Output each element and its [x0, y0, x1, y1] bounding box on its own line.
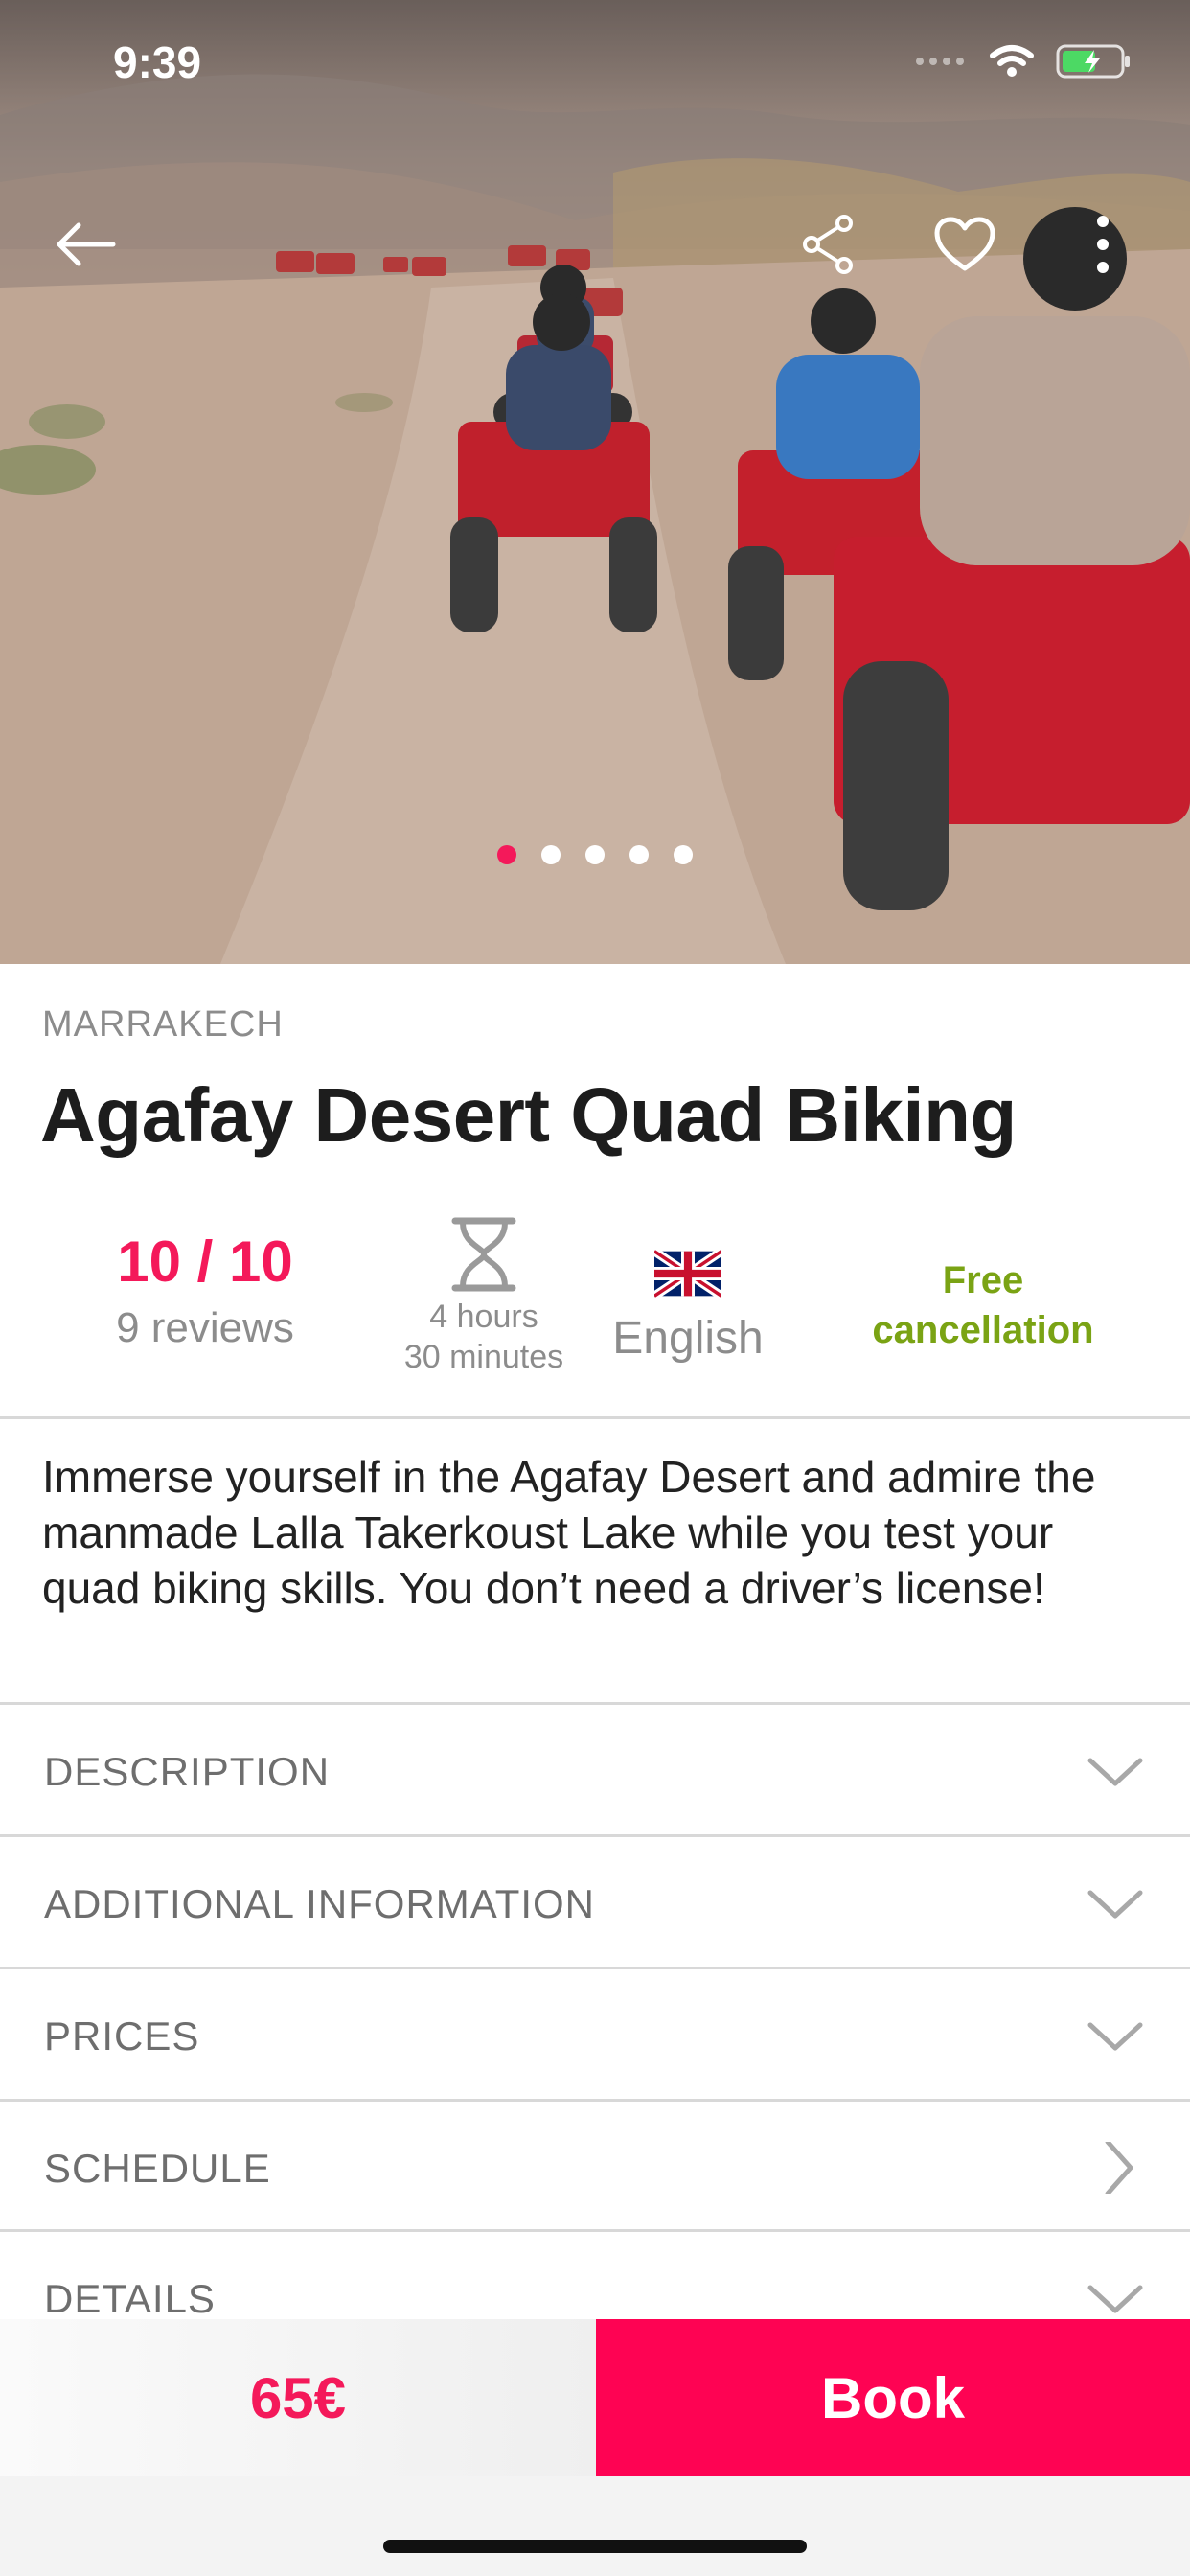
favorite-button[interactable] — [922, 201, 1008, 288]
free-cancellation-line1: Free — [942, 1259, 1024, 1301]
section-prices[interactable]: PRICES — [0, 1966, 1190, 2100]
duration-hours: 4 hours — [429, 1299, 538, 1335]
city-label: MARRAKECH — [42, 1004, 284, 1045]
activity-summary: Immerse yourself in the Agafay Desert an… — [42, 1452, 1096, 1613]
chevron-down-icon — [1087, 1890, 1143, 1919]
back-button[interactable] — [42, 201, 128, 288]
free-cancellation-line2: cancellation — [872, 1309, 1094, 1351]
arrow-left-icon — [57, 222, 116, 266]
duration-block: 4 hours 30 minutes — [374, 1217, 594, 1377]
pagination-dot[interactable] — [629, 845, 649, 864]
battery-charging-icon — [1056, 44, 1130, 79]
home-indicator[interactable] — [383, 2540, 807, 2553]
heart-icon — [934, 217, 995, 271]
section-label: PRICES — [44, 2013, 200, 2058]
section-label: DESCRIPTION — [44, 1749, 331, 1794]
section-schedule[interactable]: SCHEDULE — [0, 2099, 1190, 2232]
status-icons — [914, 42, 1133, 80]
language-label: English — [612, 1313, 764, 1364]
free-cancellation-block: Free cancellation — [830, 1255, 1136, 1355]
activity-title: Agafay Desert Quad Biking — [40, 1072, 1017, 1158]
book-button[interactable]: Book — [596, 2319, 1190, 2476]
activity-stats: 10 / 10 9 reviews 4 hours 30 minutes Eng… — [0, 1217, 1190, 1409]
wifi-icon — [990, 45, 1034, 77]
chevron-down-icon — [1087, 2285, 1143, 2313]
section-label: DETAILS — [44, 2276, 216, 2321]
pagination-dot[interactable] — [541, 845, 561, 864]
more-options-button[interactable] — [1060, 201, 1146, 288]
hero-photo — [0, 74, 1190, 964]
pagination-dot[interactable] — [674, 845, 693, 864]
uk-flag-icon — [652, 1247, 724, 1300]
pagination-dot[interactable] — [585, 845, 605, 864]
divider — [0, 1416, 1190, 1419]
section-description[interactable]: DESCRIPTION — [0, 1702, 1190, 1835]
pagination-dot-active[interactable] — [497, 845, 516, 864]
price-box: 65€ — [0, 2319, 596, 2476]
book-button-label: Book — [821, 2365, 965, 2430]
gallery-pagination — [0, 845, 1190, 864]
hourglass-icon — [451, 1217, 516, 1292]
home-indicator-area — [0, 2476, 1190, 2576]
rating-block[interactable]: 10 / 10 9 reviews — [71, 1229, 339, 1352]
more-vertical-icon — [1097, 216, 1109, 273]
rating-score: 10 / 10 — [117, 1230, 293, 1294]
chevron-down-icon — [1087, 1758, 1143, 1786]
share-button[interactable] — [786, 201, 872, 288]
price-label: 65€ — [249, 2365, 347, 2430]
language-block: English — [594, 1247, 782, 1365]
section-label: ADDITIONAL INFORMATION — [44, 1881, 596, 1926]
share-icon — [803, 215, 853, 274]
chevron-down-icon — [1087, 2022, 1143, 2051]
hero-gallery[interactable]: 9:39 — [0, 0, 1190, 964]
chevron-right-icon — [1105, 2142, 1133, 2194]
status-time: 9:39 — [113, 37, 202, 87]
cellular-signal-icon — [916, 58, 964, 65]
booking-bar: 65€ Book — [0, 2319, 1190, 2476]
reviews-count: 9 reviews — [116, 1304, 294, 1351]
duration-minutes: 30 minutes — [403, 1339, 564, 1375]
section-label: SCHEDULE — [44, 2146, 271, 2191]
section-additional-information[interactable]: ADDITIONAL INFORMATION — [0, 1834, 1190, 1967]
